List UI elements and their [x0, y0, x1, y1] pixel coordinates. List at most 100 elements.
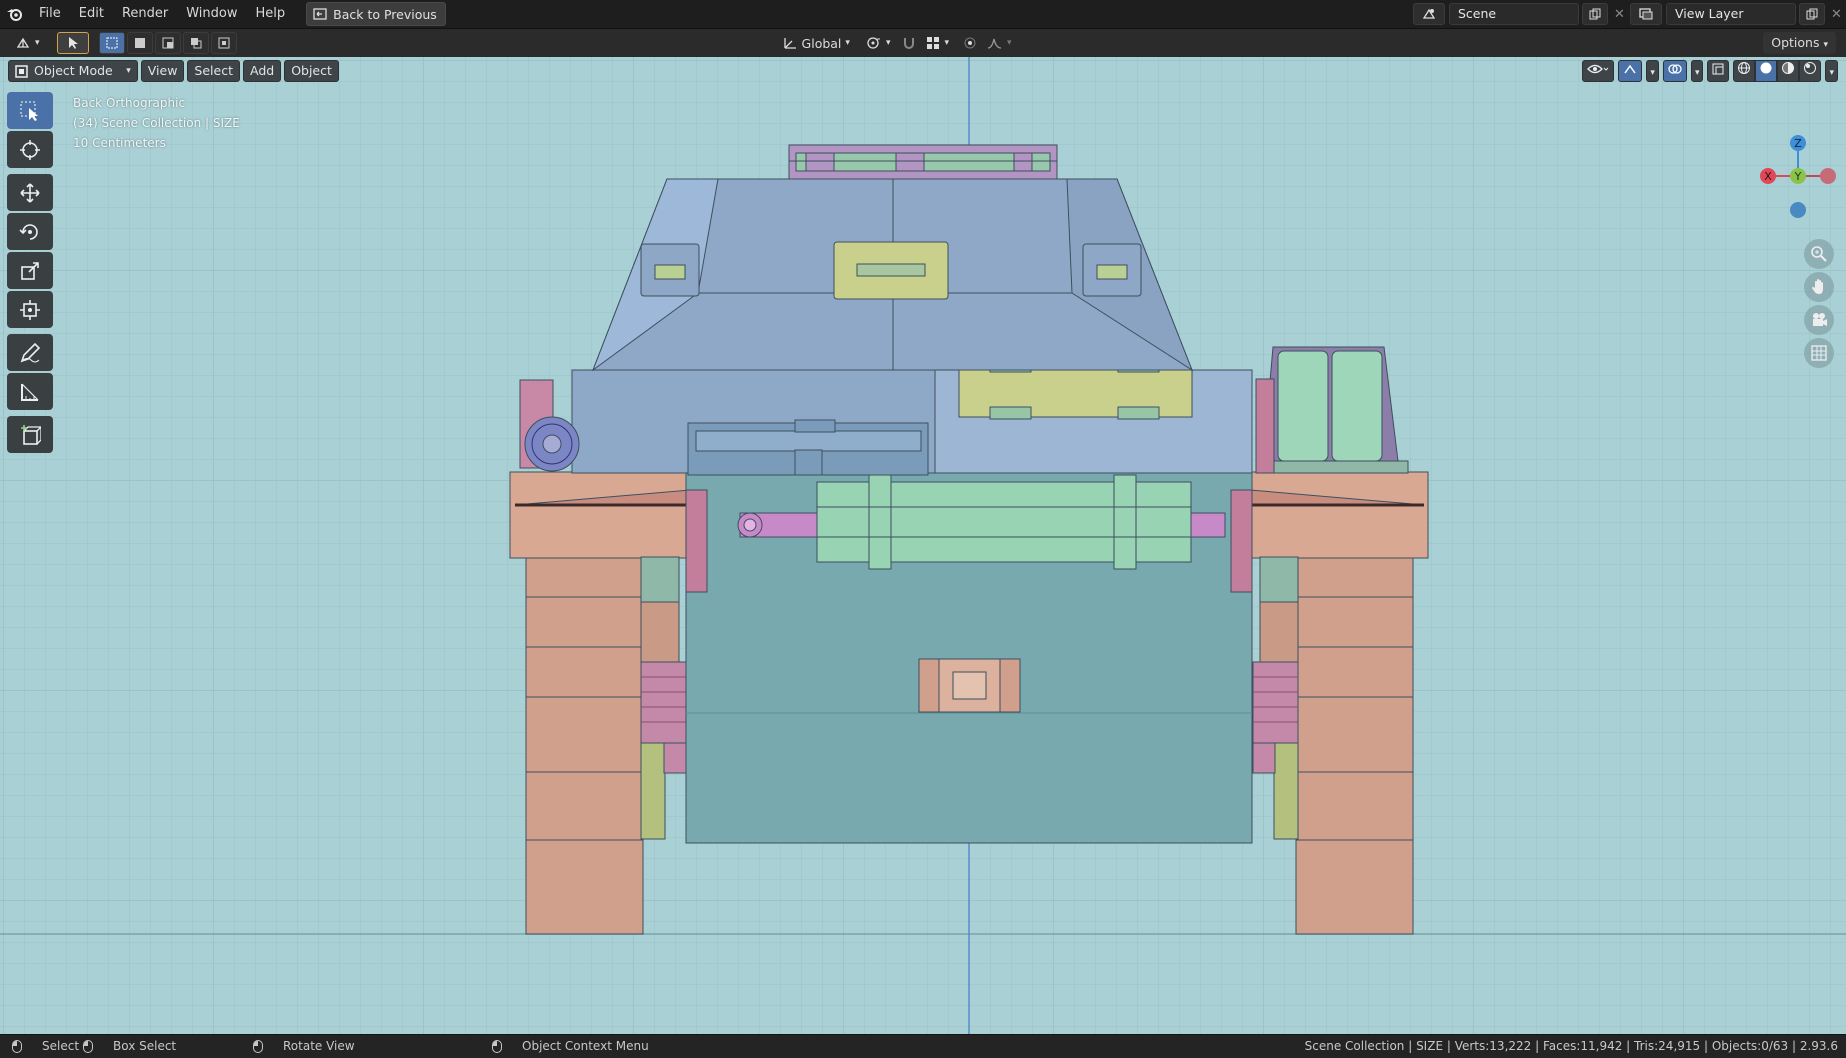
select-box-tool[interactable] — [7, 92, 53, 129]
status-box-select-label: Box Select — [113, 1039, 177, 1053]
ruler-icon — [21, 383, 39, 401]
editor-type-dropdown[interactable]: ▾ — [10, 32, 45, 54]
navigation-gizmo[interactable]: Z X Y — [1758, 135, 1838, 368]
back-to-previous-button[interactable]: Back to Previous — [306, 2, 446, 26]
snap-toggle[interactable] — [897, 32, 921, 54]
3d-viewport[interactable]: Object Mode ▾ View Select Add Object ▾ ▾… — [0, 57, 1846, 1034]
tool-header: ▾ Global ▾ ▾ ▾ ▾ Options ▾ — [0, 29, 1846, 58]
measure-tool[interactable] — [7, 373, 53, 410]
tool-shelf — [7, 92, 55, 459]
options-dropdown[interactable]: Options ▾ — [1763, 32, 1836, 54]
navigation-buttons — [1804, 239, 1834, 371]
select-menu[interactable]: Select — [187, 60, 240, 82]
select-intersect-button[interactable] — [210, 32, 237, 54]
object-mode-icon — [15, 64, 28, 78]
select-intersect-icon — [218, 37, 230, 49]
gizmo-dropdown[interactable]: ▾ — [1646, 60, 1659, 82]
chevron-down-icon: ▾ — [126, 66, 131, 76]
menu-window[interactable]: Window — [177, 3, 246, 25]
gizmo-z-label: Z — [1794, 137, 1802, 150]
shading-dropdown[interactable]: ▾ — [1825, 60, 1838, 82]
select-extend-button[interactable] — [126, 32, 153, 54]
transform-tool[interactable] — [7, 291, 53, 328]
xray-toggle[interactable] — [1707, 60, 1730, 82]
annotate-tool[interactable] — [7, 334, 53, 371]
rotate-tool[interactable] — [7, 213, 53, 250]
move-tool[interactable] — [7, 174, 53, 211]
wireframe-shading-button[interactable] — [1733, 60, 1756, 82]
select-subtract-icon — [162, 37, 174, 49]
options-label: Options — [1771, 35, 1820, 50]
menu-file[interactable]: File — [30, 3, 70, 25]
viewport-info: Back Orthographic (34) Scene Collection … — [73, 93, 240, 153]
status-select-hint: Select — [12, 1039, 79, 1053]
new-scene-button[interactable] — [1582, 3, 1608, 25]
chevron-down-icon: ▾ — [845, 38, 850, 48]
left-mouse-drag-icon — [83, 1039, 93, 1053]
xray-icon — [1712, 63, 1724, 75]
solid-shading-button[interactable] — [1755, 60, 1778, 82]
gizmo-toggle[interactable] — [1618, 60, 1643, 82]
status-context-menu-label: Object Context Menu — [522, 1039, 649, 1053]
material-shading-button[interactable] — [1777, 60, 1800, 82]
cursor-tool[interactable] — [7, 131, 53, 168]
scale-tool[interactable] — [7, 252, 53, 289]
copy-icon — [1806, 8, 1818, 20]
axis-gizmo[interactable]: Z X Y — [1758, 131, 1838, 221]
proportional-editing-icon — [964, 37, 976, 49]
add-cube-tool[interactable] — [7, 416, 53, 453]
pan-button[interactable] — [1804, 272, 1834, 302]
menu-render[interactable]: Render — [113, 3, 177, 25]
left-mouse-icon — [12, 1039, 22, 1053]
overlays-toggle[interactable] — [1662, 60, 1687, 82]
select-subtract-button[interactable] — [154, 32, 181, 54]
camera-view-button[interactable] — [1804, 305, 1834, 335]
collection-info: (34) Scene Collection | SIZE — [73, 116, 240, 130]
proportional-editing-toggle[interactable] — [958, 32, 982, 54]
snap-target-dropdown[interactable]: ▾ — [921, 32, 954, 54]
delete-scene-icon[interactable]: ✕ — [1614, 7, 1625, 22]
view-menu[interactable]: View — [140, 60, 185, 82]
add-menu[interactable]: Add — [242, 60, 282, 82]
add-cube-icon — [21, 424, 41, 445]
view-layer-browse-button[interactable] — [1630, 3, 1662, 25]
menu-help[interactable]: Help — [247, 3, 295, 25]
pivot-point-dropdown[interactable]: ▾ — [861, 32, 896, 54]
zoom-icon — [1811, 246, 1827, 262]
gizmo-y-label: Y — [1794, 170, 1802, 183]
scene-browse-button[interactable] — [1413, 3, 1445, 25]
scene-icon — [1422, 8, 1436, 19]
object-mode-dropdown[interactable]: Object Mode ▾ — [8, 60, 138, 82]
transform-icon — [20, 299, 40, 320]
select-new-button[interactable] — [98, 32, 125, 54]
menu-edit[interactable]: Edit — [70, 3, 113, 25]
perspective-toggle-button[interactable] — [1804, 338, 1834, 368]
scene-statistics: Scene Collection | SIZE | Verts:13,222 |… — [1304, 1039, 1838, 1053]
middle-mouse-icon — [253, 1039, 263, 1053]
viewport-header: Object Mode ▾ View Select Add Object — [8, 60, 339, 82]
zoom-button[interactable] — [1804, 239, 1834, 269]
view-layer-icon — [1639, 8, 1653, 20]
select-difference-icon — [190, 38, 202, 49]
hand-icon — [1812, 279, 1823, 294]
blender-logo-icon[interactable] — [0, 0, 30, 28]
delete-view-layer-icon[interactable]: ✕ — [1831, 7, 1842, 22]
overlays-icon — [1668, 64, 1682, 74]
move-icon — [20, 182, 40, 203]
overlays-dropdown[interactable]: ▾ — [1690, 60, 1704, 82]
view-name: Back Orthographic — [73, 96, 186, 110]
visibility-dropdown[interactable] — [1582, 60, 1615, 82]
select-difference-button[interactable] — [182, 32, 209, 54]
rendered-shading-button[interactable] — [1799, 60, 1822, 82]
scene-name-field[interactable]: Scene — [1449, 3, 1579, 25]
proportional-falloff-dropdown[interactable]: ▾ — [982, 32, 1017, 54]
object-menu[interactable]: Object — [284, 60, 339, 82]
3d-viewport-icon — [16, 37, 30, 48]
cursor-arrow-icon — [68, 37, 78, 49]
viewport-scene[interactable] — [0, 57, 1846, 1034]
transform-orientation-dropdown[interactable]: Global ▾ — [777, 32, 855, 54]
new-view-layer-button[interactable] — [1799, 3, 1825, 25]
select-tool-button[interactable] — [56, 32, 89, 54]
view-layer-name-field[interactable]: View Layer — [1666, 3, 1796, 25]
status-rotate-hint: Rotate View — [253, 1039, 355, 1053]
